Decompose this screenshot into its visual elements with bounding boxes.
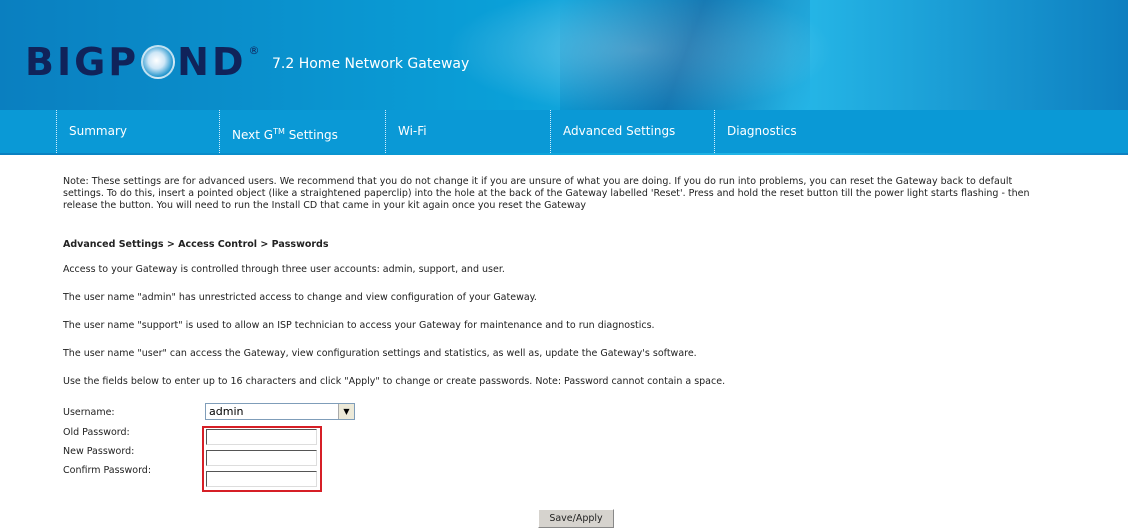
nav-wifi[interactable]: Wi-Fi xyxy=(385,110,427,153)
main-content: Note: These settings are for advanced us… xyxy=(63,176,1123,528)
info-support: The user name "support" is used to allow… xyxy=(63,320,655,331)
breadcrumb: Advanced Settings > Access Control > Pas… xyxy=(63,239,329,250)
info-admin: The user name "admin" has unrestricted a… xyxy=(63,292,537,303)
username-label: Username: xyxy=(63,407,115,418)
username-selected-value: admin xyxy=(209,405,244,418)
info-fields: Use the fields below to enter up to 16 c… xyxy=(63,376,726,387)
old-password-label: Old Password: xyxy=(63,427,130,438)
nav-next-g-settings[interactable]: Next GTM Settings xyxy=(219,110,338,153)
nav-diagnostics[interactable]: Diagnostics xyxy=(714,110,797,153)
nav-next-g-tm: TM xyxy=(273,127,285,136)
nav-next-g-suffix: Settings xyxy=(284,128,338,142)
advanced-note: Note: These settings are for advanced us… xyxy=(63,176,1123,212)
username-select[interactable]: admin ▼ xyxy=(205,403,355,420)
note-line-2: settings. To do this, insert a pointed o… xyxy=(63,188,1030,199)
product-name: 7.2 Home Network Gateway xyxy=(272,56,470,72)
nav-diagnostics-label: Diagnostics xyxy=(727,124,797,138)
nav-wifi-label: Wi-Fi xyxy=(398,124,427,138)
note-line-1: Note: These settings are for advanced us… xyxy=(63,176,1013,187)
header-banner: BIGP ND ® 7.2 Home Network Gateway Summa… xyxy=(0,0,1128,155)
logo-globe-icon xyxy=(141,45,176,79)
bigpond-logo: BIGP ND ® xyxy=(25,40,260,84)
save-apply-button[interactable]: Save/Apply xyxy=(538,509,614,528)
logo-text-left: BIGP xyxy=(25,40,140,84)
banner-shadow xyxy=(560,0,810,110)
dropdown-arrow-icon[interactable]: ▼ xyxy=(338,404,354,419)
nav-summary[interactable]: Summary xyxy=(56,110,127,153)
note-line-3: release the button. You will need to run… xyxy=(63,200,587,211)
nav-summary-label: Summary xyxy=(69,124,127,138)
password-fields-highlight xyxy=(202,426,322,492)
info-accounts: Access to your Gateway is controlled thr… xyxy=(63,264,505,275)
logo-text-right: ND xyxy=(177,40,247,84)
confirm-password-label: Confirm Password: xyxy=(63,465,152,476)
main-nav: Summary Next GTM Settings Wi-Fi Advanced… xyxy=(0,110,1128,153)
new-password-label: New Password: xyxy=(63,446,135,457)
info-user: The user name "user" can access the Gate… xyxy=(63,348,697,359)
logo-registered-mark: ® xyxy=(248,43,260,57)
nav-advanced-settings[interactable]: Advanced Settings xyxy=(550,110,675,153)
nav-advanced-label: Advanced Settings xyxy=(563,124,676,138)
nav-next-g-label: Next G xyxy=(232,128,274,142)
